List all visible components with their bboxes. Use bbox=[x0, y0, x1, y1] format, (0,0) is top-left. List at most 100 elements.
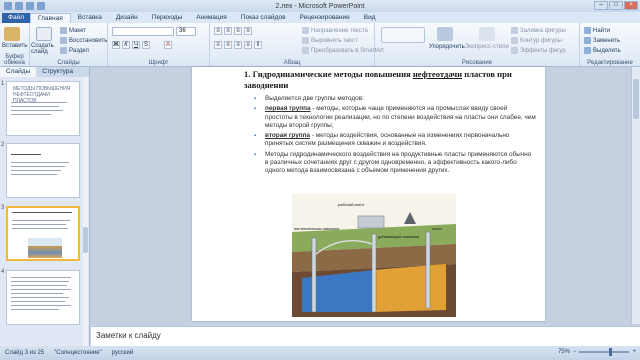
slide-scroll-thumb[interactable] bbox=[633, 79, 639, 119]
tab-outline[interactable]: Структура bbox=[36, 67, 79, 77]
slide-number: 4 bbox=[1, 269, 5, 275]
thumbnail-text-line bbox=[11, 114, 51, 115]
maximize-button[interactable]: □ bbox=[609, 1, 623, 10]
slide-title-prefix: 1. Гидродинамические методы повышения bbox=[244, 69, 413, 79]
thumbnail-text-line bbox=[11, 277, 71, 278]
arrange-button[interactable]: Упорядочить bbox=[429, 44, 465, 50]
underline-button[interactable]: Ч bbox=[132, 41, 140, 49]
tab-slideshow[interactable]: Показ слайдов bbox=[234, 13, 293, 23]
shape-effects-label: Эффекты фигур bbox=[520, 47, 566, 54]
new-slide-icon[interactable] bbox=[36, 27, 52, 41]
bullet-intro: Выделяется две группы методов: bbox=[254, 95, 536, 104]
tab-review[interactable]: Рецензирование bbox=[293, 13, 357, 23]
drawing-group: Упорядочить Экспресс-стили Заливка фигур… bbox=[375, 23, 580, 66]
tab-view[interactable]: Вид bbox=[357, 13, 383, 23]
pane-tabs: Слайды Структура bbox=[0, 67, 89, 77]
layout-icon bbox=[60, 27, 67, 34]
production-well-1 bbox=[371, 233, 377, 313]
close-button[interactable]: × bbox=[624, 1, 638, 10]
section-button[interactable]: Раздел bbox=[60, 47, 89, 54]
slide-title[interactable]: 1. Гидродинамические методы повышения не… bbox=[244, 69, 538, 91]
language[interactable]: русский bbox=[107, 350, 139, 356]
new-slide-button[interactable]: Создать слайд bbox=[31, 43, 59, 55]
bullet-group1: первая группа - методы, которые чаще при… bbox=[254, 105, 536, 130]
current-slide[interactable]: 1. Гидродинамические методы повышения не… bbox=[192, 67, 545, 321]
select-button[interactable]: Выделить bbox=[584, 47, 621, 54]
quick-styles-icon[interactable] bbox=[479, 27, 495, 41]
align-right-icon[interactable]: ≡ bbox=[234, 41, 242, 49]
text-direction-button[interactable]: Направление текста bbox=[302, 27, 368, 34]
slide-title-underlined: нефтеотдачи bbox=[412, 69, 463, 79]
thumbnail-text-line bbox=[11, 301, 65, 302]
zoom-out-icon[interactable]: − bbox=[573, 349, 577, 355]
justify-icon[interactable]: ≡ bbox=[244, 41, 252, 49]
font-name-field[interactable] bbox=[112, 27, 174, 36]
reset-button[interactable]: Восстановить bbox=[60, 37, 107, 44]
fill-bucket-icon bbox=[511, 27, 518, 34]
indent-increase-icon[interactable]: ≡ bbox=[244, 27, 252, 35]
slide-number: 3 bbox=[1, 205, 5, 211]
paste-icon[interactable] bbox=[4, 27, 20, 41]
strikethrough-button[interactable]: S bbox=[142, 41, 150, 49]
minimize-button[interactable]: – bbox=[594, 1, 608, 10]
find-button[interactable]: Найти bbox=[584, 27, 610, 34]
zoom-slider[interactable] bbox=[579, 348, 630, 356]
font-size-field[interactable]: 36 bbox=[176, 27, 196, 36]
bold-button[interactable]: Ж bbox=[112, 41, 120, 49]
layout-button[interactable]: Макет bbox=[60, 27, 86, 34]
paste-button[interactable]: Вставить bbox=[2, 43, 27, 49]
bullets-icon[interactable]: ≡ bbox=[214, 27, 222, 35]
italic-button[interactable]: К bbox=[122, 41, 130, 49]
clipboard-group-label: Буфер обмена bbox=[4, 54, 25, 66]
reservoir-illustration[interactable]: рабочий агент нагнетательная скважина до… bbox=[292, 194, 456, 317]
tab-file[interactable]: Файл bbox=[2, 13, 30, 23]
thumbnail-text-line bbox=[12, 220, 70, 221]
group2-label: вторая группа bbox=[265, 132, 311, 140]
zoom-level[interactable]: 75% bbox=[558, 349, 570, 355]
tab-transitions[interactable]: Переходы bbox=[145, 13, 190, 23]
align-left-icon[interactable]: ≡ bbox=[214, 41, 222, 49]
thumbnail-text-line bbox=[11, 170, 61, 171]
zoom-in-icon[interactable]: + bbox=[632, 349, 636, 355]
replace-button[interactable]: Заменить bbox=[584, 37, 620, 44]
shape-fill-button[interactable]: Заливка фигуры bbox=[511, 27, 566, 34]
slide-thumbnail-4[interactable] bbox=[6, 270, 80, 325]
align-text-icon bbox=[302, 37, 309, 44]
tab-home[interactable]: Главная bbox=[29, 13, 71, 23]
find-label: Найти bbox=[593, 27, 611, 34]
thumbnail-illustration bbox=[28, 238, 62, 258]
font-group-label: Шрифт bbox=[148, 60, 169, 66]
notes-pane[interactable]: Заметки к слайду bbox=[91, 326, 640, 346]
theme-name: "Солнцестояние" bbox=[54, 350, 102, 356]
label-injection-well: нагнетательная скважина bbox=[294, 227, 340, 231]
tab-slides[interactable]: Слайды bbox=[0, 67, 37, 77]
tab-animation[interactable]: Анимация bbox=[189, 13, 234, 23]
thumbnail-text-line bbox=[11, 174, 57, 175]
indent-decrease-icon[interactable]: ≡ bbox=[234, 27, 242, 35]
pane-scrollbar[interactable] bbox=[83, 77, 88, 346]
slide-scrollbar[interactable] bbox=[631, 67, 640, 324]
align-center-icon[interactable]: ≡ bbox=[224, 41, 232, 49]
slide-body[interactable]: Выделяется две группы методов: первая гр… bbox=[254, 95, 536, 178]
pane-scroll-thumb[interactable] bbox=[83, 227, 88, 253]
shape-outline-button[interactable]: Контур фигуры bbox=[511, 37, 562, 44]
replace-label: Заменить bbox=[593, 37, 620, 44]
tab-design[interactable]: Дизайн bbox=[109, 13, 145, 23]
align-text-button[interactable]: Выровнять текст bbox=[302, 37, 358, 44]
slide-thumbnail-2[interactable] bbox=[6, 143, 80, 198]
numbering-icon[interactable]: ≡ bbox=[224, 27, 232, 35]
slide-thumbnail-1[interactable]: МЕТОДЫ ПОВЫШЕНИЯ НЕФТЕОТДАЧИ ПЛАСТОВ bbox=[6, 81, 80, 136]
columns-icon[interactable]: ‖ bbox=[254, 41, 262, 49]
font-color-button[interactable]: A bbox=[164, 41, 172, 49]
convert-smartart-button[interactable]: Преобразовать в SmartArt bbox=[302, 47, 384, 54]
section-icon bbox=[60, 47, 67, 54]
thumbnail-text-line bbox=[11, 285, 67, 286]
zoom-knob[interactable] bbox=[609, 348, 613, 356]
arrange-icon[interactable] bbox=[437, 27, 453, 41]
shapes-gallery[interactable] bbox=[381, 27, 425, 43]
shape-effects-button[interactable]: Эффекты фигур bbox=[511, 47, 566, 54]
status-bar: Слайд 3 из 25 "Солнцестояние" русский 75… bbox=[0, 346, 640, 360]
quick-styles-button[interactable]: Экспресс-стили bbox=[465, 44, 509, 50]
slide-thumbnail-3[interactable] bbox=[6, 206, 80, 261]
tab-insert[interactable]: Вставка bbox=[71, 13, 109, 23]
